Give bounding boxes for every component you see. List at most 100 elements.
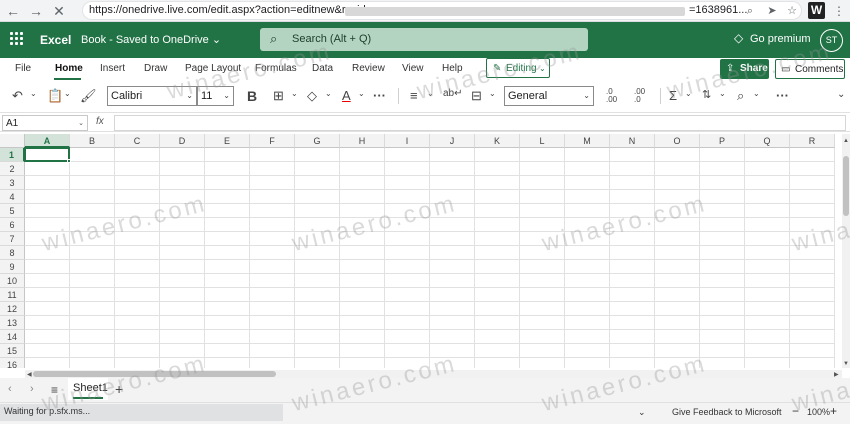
- tab-sheet1[interactable]: Sheet1: [68, 378, 108, 400]
- column-header[interactable]: M: [565, 134, 610, 148]
- column-header[interactable]: G: [295, 134, 340, 148]
- tab-data[interactable]: Data: [312, 63, 333, 74]
- column-header[interactable]: P: [700, 134, 745, 148]
- column-header[interactable]: Q: [745, 134, 790, 148]
- column-header[interactable]: N: [610, 134, 655, 148]
- font-size-select[interactable]: 11 ⌄: [197, 86, 234, 106]
- row-header[interactable]: 16: [0, 358, 25, 368]
- comments-button[interactable]: ▭ Comments: [775, 59, 845, 79]
- scroll-left-icon[interactable]: ◀: [27, 371, 32, 378]
- editing-mode-button[interactable]: ✎ Editing ⌄: [486, 58, 550, 78]
- font-color-icon[interactable]: A: [342, 88, 351, 103]
- tab-review[interactable]: Review: [352, 63, 385, 74]
- sort-filter-icon[interactable]: ⇅: [702, 88, 711, 101]
- add-sheet-icon[interactable]: +: [115, 381, 123, 397]
- forward-icon[interactable]: →: [27, 2, 45, 20]
- align-icon[interactable]: ≡: [410, 88, 418, 103]
- name-box[interactable]: A1 ⌄: [2, 115, 88, 131]
- all-sheets-icon[interactable]: ≡: [51, 383, 58, 397]
- borders-icon[interactable]: ⊞: [273, 88, 284, 104]
- more-options-icon[interactable]: ···: [373, 88, 386, 103]
- column-header[interactable]: L: [520, 134, 565, 148]
- back-icon[interactable]: ←: [4, 2, 22, 20]
- column-header[interactable]: C: [115, 134, 160, 148]
- find-icon[interactable]: ⌕: [737, 88, 744, 104]
- font-name-select[interactable]: Calibri ⌄: [107, 86, 197, 106]
- bookmark-star-icon[interactable]: ☆: [783, 2, 801, 20]
- feedback-link[interactable]: Give Feedback to Microsoft: [672, 407, 782, 417]
- number-format-select[interactable]: General ⌄: [504, 86, 594, 106]
- fill-handle[interactable]: [67, 159, 71, 163]
- column-header[interactable]: E: [205, 134, 250, 148]
- spreadsheet-grid[interactable]: A B C D E F G H I J K L M N O P Q R 1 2 3 4 5 6 7 8 9 10 11 12 13 14 15 1…: [0, 134, 842, 368]
- column-header[interactable]: O: [655, 134, 700, 148]
- chevron-down-icon[interactable]: ⌄: [325, 89, 332, 98]
- tab-page-layout[interactable]: Page Layout: [185, 63, 241, 74]
- chevron-down-icon[interactable]: ⌄: [64, 89, 71, 98]
- column-header[interactable]: B: [70, 134, 115, 148]
- zoom-icon[interactable]: ⌕: [741, 2, 759, 20]
- zoom-out-icon[interactable]: −: [792, 404, 799, 418]
- format-painter-icon[interactable]: 🖌: [80, 88, 97, 104]
- stop-icon[interactable]: ✕: [50, 2, 68, 20]
- browser-menu-icon[interactable]: ⋮: [830, 2, 848, 20]
- row-header[interactable]: 10: [0, 274, 25, 288]
- select-all-corner[interactable]: [0, 134, 25, 148]
- decrease-decimal-icon[interactable]: .00.0: [634, 88, 645, 104]
- app-launcher-icon[interactable]: [10, 32, 24, 46]
- column-header[interactable]: D: [160, 134, 205, 148]
- more-options-icon[interactable]: ···: [776, 88, 789, 103]
- avatar[interactable]: ST: [820, 29, 843, 52]
- column-header[interactable]: H: [340, 134, 385, 148]
- scroll-right-icon[interactable]: ▶: [834, 371, 839, 378]
- share-button[interactable]: ⇪ Share: [720, 59, 769, 79]
- column-header[interactable]: F: [250, 134, 295, 148]
- extension-w-icon[interactable]: W: [808, 2, 825, 19]
- row-header[interactable]: 12: [0, 302, 25, 316]
- chevron-down-icon[interactable]: ⌄: [427, 89, 434, 98]
- fill-color-icon[interactable]: ◇: [307, 88, 317, 104]
- zoom-in-icon[interactable]: +: [830, 404, 837, 418]
- scroll-down-icon[interactable]: ▼: [843, 361, 849, 367]
- chevron-down-icon[interactable]: ⌄: [719, 89, 726, 98]
- previous-sheet-icon[interactable]: ‹: [8, 383, 12, 395]
- column-header[interactable]: J: [430, 134, 475, 148]
- column-header[interactable]: R: [790, 134, 835, 148]
- row-header[interactable]: 1: [0, 148, 25, 162]
- row-header[interactable]: 6: [0, 218, 25, 232]
- increase-decimal-icon[interactable]: .0.00: [606, 88, 617, 104]
- chevron-down-icon[interactable]: ⌄: [685, 89, 692, 98]
- tab-draw[interactable]: Draw: [144, 63, 167, 74]
- tab-formulas[interactable]: Formulas: [255, 63, 297, 74]
- column-header[interactable]: K: [475, 134, 520, 148]
- chevron-down-icon[interactable]: ⌄: [753, 89, 760, 98]
- merge-cells-icon[interactable]: ⊟: [471, 88, 482, 104]
- tab-help[interactable]: Help: [442, 63, 463, 74]
- active-cell[interactable]: [24, 147, 70, 162]
- row-header[interactable]: 2: [0, 162, 25, 176]
- row-header[interactable]: 4: [0, 190, 25, 204]
- next-sheet-icon[interactable]: ›: [30, 383, 34, 395]
- share-page-icon[interactable]: ➤: [763, 2, 781, 20]
- chevron-down-icon[interactable]: ⌄: [358, 89, 365, 98]
- horizontal-scroll-thumb[interactable]: [33, 371, 276, 377]
- go-premium-link[interactable]: Go premium: [750, 33, 811, 45]
- row-header[interactable]: 5: [0, 204, 25, 218]
- search-input[interactable]: ⌕ Search (Alt + Q): [260, 28, 588, 51]
- row-header[interactable]: 11: [0, 288, 25, 302]
- row-header[interactable]: 14: [0, 330, 25, 344]
- autosum-icon[interactable]: Σ: [669, 88, 677, 103]
- row-header[interactable]: 15: [0, 344, 25, 358]
- row-header[interactable]: 8: [0, 246, 25, 260]
- chevron-down-icon[interactable]: ⌄: [291, 89, 298, 98]
- row-header[interactable]: 3: [0, 176, 25, 190]
- chevron-down-icon[interactable]: ⌄: [489, 89, 496, 98]
- bold-button[interactable]: B: [247, 88, 257, 104]
- wrap-text-icon[interactable]: ab↵: [443, 88, 463, 99]
- row-header[interactable]: 7: [0, 232, 25, 246]
- tab-insert[interactable]: Insert: [100, 63, 125, 74]
- chevron-down-icon[interactable]: ⌄: [30, 89, 37, 98]
- tab-view[interactable]: View: [402, 63, 424, 74]
- column-header[interactable]: I: [385, 134, 430, 148]
- vertical-scroll-thumb[interactable]: [843, 156, 849, 216]
